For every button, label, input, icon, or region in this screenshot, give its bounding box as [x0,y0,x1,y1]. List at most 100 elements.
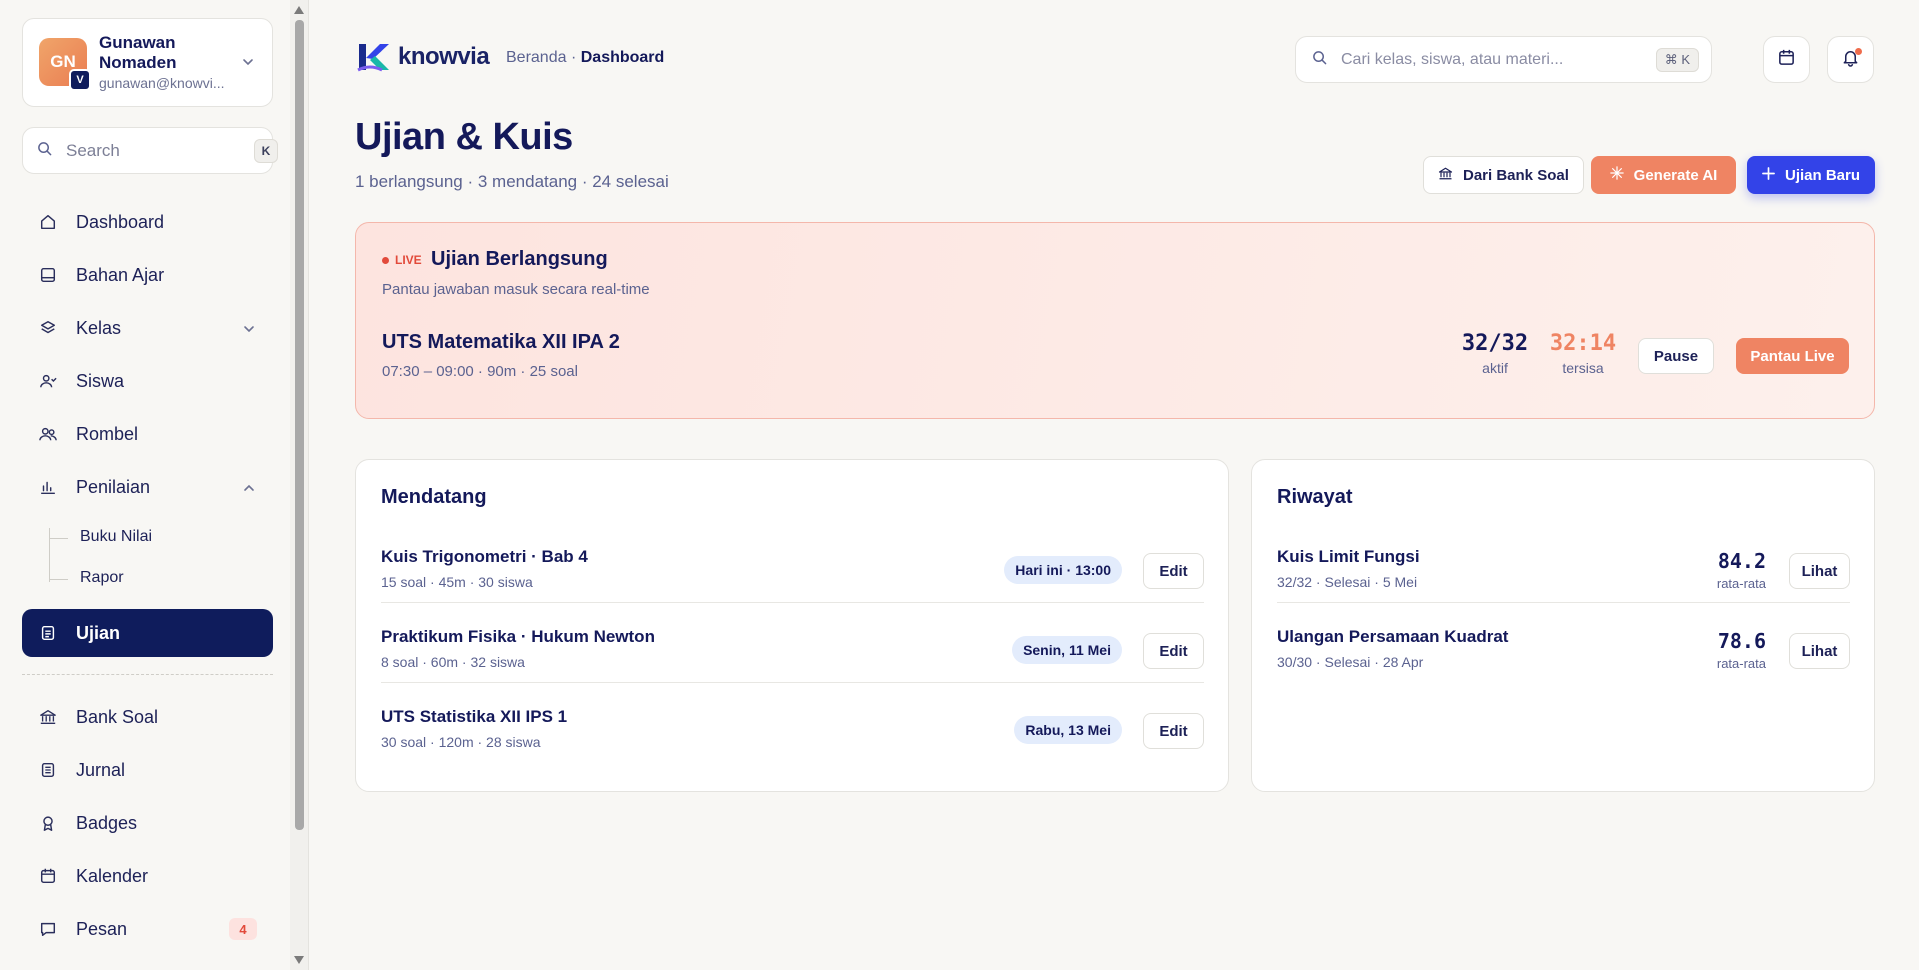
scroll-up-arrow[interactable] [294,6,304,14]
global-search-input[interactable]: Cari kelas, siswa, atau materi... ⌘ K [1295,36,1712,83]
notification-dot [1855,48,1862,55]
sidebar: GN V Gunawan Nomaden gunawan@knowvi... S… [0,0,290,970]
sidebar-item-label: Bank Soal [76,706,159,727]
sidebar-item-dashboard[interactable]: Dashboard [22,198,273,246]
live-exam-name: UTS Matematika XII IPA 2 [382,331,620,353]
sidebar-item-siswa[interactable]: Siswa [22,357,273,405]
document-icon [38,623,58,643]
schedule-badge: Senin, 11 Mei [1012,636,1122,664]
sidebar-item-pesan[interactable]: Pesan 4 [22,905,273,953]
user-email: gunawan@knowvi... [99,75,225,91]
from-question-bank-button[interactable]: Dari Bank Soal [1423,156,1584,194]
exam-meta: 30 soal · 120m · 28 siswa [381,734,541,750]
logo-mark-icon [357,44,389,72]
bank-icon [38,707,58,727]
exam-title: Praktikum Fisika · Hukum Newton [381,627,655,646]
sidebar-item-kalender[interactable]: Kalender [22,852,273,900]
award-icon [38,813,58,833]
active-label: aktif [1482,360,1508,376]
edit-button[interactable]: Edit [1143,633,1204,669]
calendar-icon [38,866,58,886]
scroll-down-arrow[interactable] [294,956,304,964]
time-remaining-stat: 32:14 tersisa [1546,331,1620,376]
avatar-role-badge: V [69,69,91,91]
score-label: rata-rata [1716,576,1766,591]
exam-title: Kuis Trigonometri · Bab 4 [381,547,588,566]
sparkle-icon [1609,166,1624,184]
breadcrumb-separator: · [570,49,577,66]
sidebar-divider [22,674,273,675]
sidebar-subitem-buku-nilai[interactable]: Buku Nilai [50,528,152,546]
upcoming-panel: Mendatang Kuis Trigonometri · Bab 4 15 s… [355,459,1229,792]
global-search-placeholder: Cari kelas, siswa, atau materi... [1341,50,1564,68]
home-icon [38,212,58,232]
search-icon [1312,50,1327,70]
sidebar-item-label: Bahan Ajar [76,264,165,285]
sidebar-item-label: Dashboard [76,211,165,232]
sidebar-item-label: Jurnal [76,759,126,780]
sidebar-item-jurnal[interactable]: Jurnal [22,746,273,794]
list-item[interactable]: UTS Statistika XII IPS 1 30 soal · 120m … [381,683,1204,763]
sidebar-item-penilaian[interactable]: Penilaian [22,463,273,511]
scrollbar-thumb[interactable] [295,20,304,830]
monitor-live-button[interactable]: Pantau Live [1736,338,1849,374]
user-name: Gunawan Nomaden [99,33,177,72]
sidebar-item-bank-soal[interactable]: Bank Soal [22,693,273,741]
exam-title: Ulangan Persamaan Kuadrat [1277,627,1509,646]
new-exam-button[interactable]: Ujian Baru [1747,156,1875,194]
schedule-badge: Hari ini · 13:00 [1004,556,1122,584]
page-title: Ujian & Kuis [355,116,573,158]
exam-title: Kuis Limit Fungsi [1277,547,1420,566]
sidebar-subitem-rapor[interactable]: Rapor [50,569,124,587]
breadcrumb-current: Dashboard [580,49,665,66]
sidebar-item-rombel[interactable]: Rombel [22,410,273,458]
sidebar-item-bahan-ajar[interactable]: Bahan Ajar [22,251,273,299]
list-item[interactable]: Ulangan Persamaan Kuadrat 30/30 · Selesa… [1277,603,1850,683]
search-shortcut-key: K [254,139,278,163]
list-item[interactable]: Kuis Trigonometri · Bab 4 15 soal · 45m … [381,523,1204,603]
sidebar-scrollbar[interactable] [290,0,308,970]
view-button[interactable]: Lihat [1789,553,1850,589]
logo-text: knowvia [398,43,490,70]
score-label: rata-rata [1716,656,1766,671]
group-icon [38,424,58,444]
view-button[interactable]: Lihat [1789,633,1850,669]
sidebar-item-label: Kalender [76,865,149,886]
sidebar-item-kelas[interactable]: Kelas [22,304,273,352]
generate-ai-button[interactable]: Generate AI [1591,156,1736,194]
sidebar-search-input[interactable]: Search K [22,127,278,174]
pause-button[interactable]: Pause [1638,338,1714,374]
upcoming-title: Mendatang [381,486,487,508]
journal-icon [38,760,58,780]
brand-logo[interactable]: knowvia [356,40,490,74]
history-title: Riwayat [1277,486,1353,508]
breadcrumb-root[interactable]: Beranda [506,49,567,66]
active-students-stat: 32/32 aktif [1458,331,1532,376]
list-item[interactable]: Kuis Limit Fungsi 32/32 · Selesai · 5 Me… [1277,523,1850,603]
search-icon [37,141,52,161]
live-exam-card: LIVE Ujian Berlangsung Pantau jawaban ma… [355,222,1875,419]
chart-icon [38,477,58,497]
book-icon [38,265,58,285]
edit-button[interactable]: Edit [1143,713,1204,749]
sidebar-item-badges[interactable]: Badges [22,799,273,847]
notifications-button[interactable] [1827,36,1874,83]
chevron-down-icon[interactable] [243,319,255,340]
user-profile-card[interactable]: GN V Gunawan Nomaden gunawan@knowvi... [22,18,273,107]
list-item[interactable]: Praktikum Fisika · Hukum Newton 8 soal ·… [381,603,1204,683]
breadcrumb: Beranda · Dashboard [506,49,664,67]
chevron-down-icon[interactable] [242,55,254,73]
exam-meta: 8 soal · 60m · 32 siswa [381,654,525,670]
bank-icon [1438,166,1453,185]
calendar-button[interactable] [1763,36,1810,83]
average-score: 84.2 rata-rata [1717,549,1766,591]
time-remaining: 32:14 [1549,331,1617,356]
live-section-description: Pantau jawaban masuk secara real-time [382,281,650,298]
chevron-up-icon[interactable] [243,478,255,499]
sidebar-item-label: Ujian [76,622,121,643]
live-section-title: Ujian Berlangsung [431,248,608,270]
unread-count-badge: 4 [229,918,257,940]
exam-meta: 32/32 · Selesai · 5 Mei [1277,574,1418,590]
edit-button[interactable]: Edit [1143,553,1204,589]
sidebar-item-ujian[interactable]: Ujian [22,609,273,657]
